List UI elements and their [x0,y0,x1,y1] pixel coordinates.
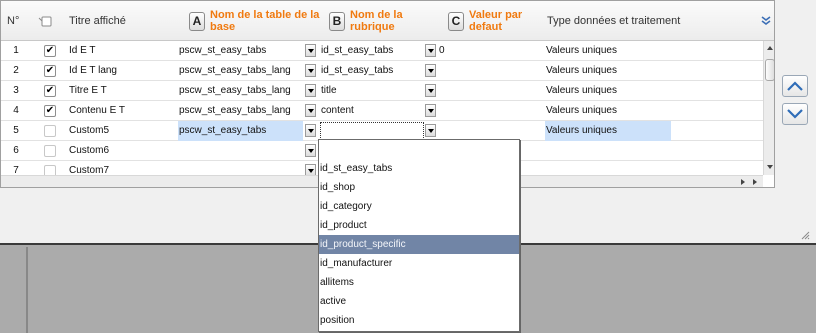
row-type[interactable]: Valeurs uniques [545,121,671,141]
vertical-scrollbar[interactable] [763,41,774,175]
table-row[interactable]: 3 ✔ Titre E Tpscw_st_easy_tabs_lang title Va… [1,81,763,101]
row-number: 6 [13,145,19,156]
scroll-up-icon[interactable] [782,75,808,97]
table-dropdown-button[interactable] [305,124,316,137]
header-col-a[interactable]: A Nom de la table de la base [189,1,323,41]
scroll-end-icon[interactable] [753,179,757,185]
row-defaut[interactable] [439,81,539,101]
resize-grip-icon[interactable] [800,230,810,240]
col-b-label: Nom de la rubrique [350,9,403,33]
dropdown-option[interactable]: id_product [319,216,519,235]
row-number: 1 [13,45,19,56]
dropdown-option[interactable]: id_st_easy_tabs [319,159,519,178]
table-row[interactable]: 4 ✔ Contenu E Tpscw_st_easy_tabs_lang conte… [1,101,763,121]
header-col-c[interactable]: C Valeur par defaut [448,1,543,41]
table-row[interactable]: 2 ✔ Id E T lang pscw_st_easy_tabs_lang id_st… [1,61,763,81]
row-rubrique[interactable]: content [320,101,424,121]
row-defaut[interactable]: 0 [439,41,539,61]
row-checkbox[interactable]: ✔ [44,85,56,97]
row-table[interactable]: pscw_st_easy_tabs [178,121,303,141]
dropdown-option[interactable]: position [319,311,519,330]
row-table[interactable] [178,141,303,161]
scroll-arrow-down-icon[interactable] [767,165,773,169]
row-defaut[interactable] [439,61,539,81]
row-checkbox[interactable]: ✔ [44,105,56,117]
dropdown-option[interactable]: id_shop [319,178,519,197]
column-menu-icon[interactable] [761,1,773,41]
row-table[interactable]: pscw_st_easy_tabs_lang [178,81,303,101]
row-table[interactable]: pscw_st_easy_tabs_lang [178,61,303,81]
row-type[interactable]: Valeurs uniques [545,61,671,81]
header-num: N° [7,15,20,27]
row-number: 4 [13,105,19,116]
row-titre[interactable]: Id E T lang [69,61,174,81]
checkbox-header-icon[interactable] [38,1,62,41]
row-table[interactable]: pscw_st_easy_tabs [178,41,303,61]
row-rubrique[interactable] [320,122,424,140]
row-type[interactable]: Valeurs uniques [545,101,671,121]
header-col-b[interactable]: B Nom de la rubrique [329,1,439,41]
dropdown-option[interactable]: id_manufacturer [319,254,519,273]
row-titre[interactable]: Contenu E T [69,101,174,121]
row-titre[interactable]: Custom6 [69,141,174,161]
rubrique-dropdown-button[interactable] [425,84,436,97]
scroll-thumb[interactable] [765,59,774,81]
row-checkbox[interactable]: ✔ [44,65,56,77]
rubrique-dropdown-button[interactable] [425,104,436,117]
dropdown-option[interactable] [319,140,519,159]
rubrique-dropdown-button[interactable] [425,64,436,77]
table-dropdown-button[interactable] [305,44,316,57]
table-dropdown-button[interactable] [305,104,316,117]
grid-header: N° Titre affiché A Nom de la table de la… [1,1,774,41]
rubrique-dropdown-list[interactable]: id_st_easy_tabs id_shop id_category id_prod… [318,139,520,332]
row-table[interactable]: pscw_st_easy_tabs_lang [178,101,303,121]
dropdown-option[interactable]: active [319,292,519,311]
col-a-label: Nom de la table de la base [210,9,320,33]
row-number: 3 [13,85,19,96]
table-row[interactable]: 1 ✔ Id E Tpscw_st_easy_tabs id_st_easy_tabs… [1,41,763,61]
dropdown-option[interactable]: id_product_specific [319,235,519,254]
row-type[interactable]: Valeurs uniques [545,41,671,61]
row-checkbox[interactable] [44,125,56,137]
scroll-arrow-up-icon[interactable] [767,46,773,50]
rubrique-dropdown-button[interactable] [425,124,436,137]
row-type[interactable]: Valeurs uniques [545,81,671,101]
table-dropdown-button[interactable] [305,64,316,77]
row-checkbox[interactable]: ✔ [44,45,56,57]
col-c-label: Valeur par defaut [469,9,523,33]
table-dropdown-button[interactable] [305,144,316,157]
bottom-divider [26,247,28,333]
row-defaut[interactable] [439,121,539,141]
row-rubrique[interactable]: id_st_easy_tabs [320,41,424,61]
scroll-down-icon[interactable] [782,103,808,125]
table-dropdown-button[interactable] [305,84,316,97]
header-titre: Titre affiché [69,15,126,27]
row-rubrique[interactable]: id_st_easy_tabs [320,61,424,81]
col-c-letter: C [448,11,464,31]
row-titre[interactable]: Titre E T [69,81,174,101]
dropdown-option[interactable]: allitems [319,273,519,292]
dropdown-option[interactable]: id_category [319,197,519,216]
row-number: 5 [13,125,19,136]
row-rubrique[interactable]: title [320,81,424,101]
header-type: Type données et traitement [547,15,681,27]
row-titre[interactable]: Custom5 [69,121,174,141]
row-defaut[interactable] [439,101,539,121]
scroll-arrow-right-icon[interactable] [741,179,745,185]
row-titre[interactable]: Id E T [69,41,174,61]
row-type[interactable] [545,141,671,161]
row-number: 2 [13,65,19,76]
rubrique-dropdown-button[interactable] [425,44,436,57]
col-a-letter: A [189,11,205,31]
row-checkbox[interactable] [44,145,56,157]
table-row[interactable]: 5 Custom5 pscw_st_easy_tabs Valeurs uniques [1,121,763,141]
col-b-letter: B [329,11,345,31]
